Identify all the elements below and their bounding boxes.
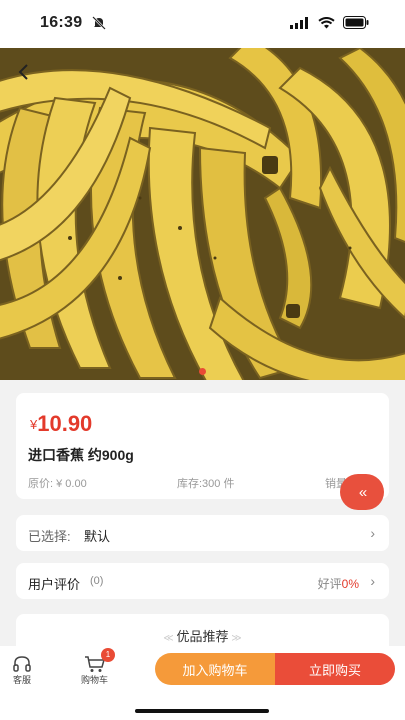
silent-bell-icon bbox=[92, 16, 106, 30]
reviews-row[interactable]: 用户评价 (0) 好评0% › bbox=[16, 563, 389, 599]
wifi-icon bbox=[318, 16, 335, 28]
stock-count: 库存:300 件 bbox=[177, 478, 235, 490]
back-chevron-icon[interactable] bbox=[16, 62, 36, 82]
battery-icon bbox=[343, 16, 369, 29]
status-bar: 16:39 bbox=[0, 0, 405, 48]
share-float-button[interactable]: « bbox=[340, 474, 384, 510]
product-image[interactable] bbox=[0, 48, 405, 380]
original-price: 原价: ¥ 0.00 bbox=[28, 478, 87, 490]
status-time: 16:39 bbox=[40, 14, 83, 31]
good-rate: 好评0% bbox=[318, 575, 359, 592]
reviews-count: (0) bbox=[90, 575, 104, 587]
headset-icon bbox=[13, 656, 31, 672]
price: ¥10.90 bbox=[30, 411, 92, 437]
buy-now-button[interactable]: 立即购买 bbox=[275, 653, 395, 685]
leaf-left-icon: ≪ bbox=[163, 633, 177, 644]
home-indicator bbox=[135, 709, 269, 713]
service-tab[interactable]: 客服 bbox=[12, 655, 32, 686]
add-to-cart-button[interactable]: 加入购物车 bbox=[155, 653, 275, 685]
chevron-right-icon: › bbox=[370, 525, 375, 541]
selection-label: 已选择: bbox=[28, 529, 71, 544]
price-card: ¥10.90 进口香蕉 约900g 原价: ¥ 0.00 库存:300 件 销量 bbox=[16, 393, 389, 499]
price-value: 10.90 bbox=[37, 411, 93, 436]
service-label: 客服 bbox=[12, 675, 31, 685]
selection-row[interactable]: 已选择: 默认 › bbox=[16, 515, 389, 551]
product-name: 进口香蕉 约900g bbox=[28, 447, 134, 463]
banana-photo bbox=[0, 48, 405, 380]
cart-badge: 1 bbox=[101, 648, 115, 662]
leaf-right-icon: ≫ bbox=[228, 633, 242, 644]
signal-icon bbox=[290, 16, 308, 29]
good-rate-label: 好评 bbox=[317, 577, 342, 591]
carousel-indicator bbox=[199, 368, 206, 375]
recommend-title-wrap: ≪ 优品推荐 ≫ bbox=[16, 626, 389, 645]
cart-label: 购物车 bbox=[81, 675, 109, 685]
chevron-right-icon: › bbox=[370, 573, 375, 589]
selection-value: 默认 bbox=[84, 529, 111, 544]
reviews-label: 用户评价 bbox=[28, 577, 81, 592]
good-rate-value: 0% bbox=[341, 577, 359, 591]
recommend-title: 优品推荐 bbox=[176, 629, 229, 644]
